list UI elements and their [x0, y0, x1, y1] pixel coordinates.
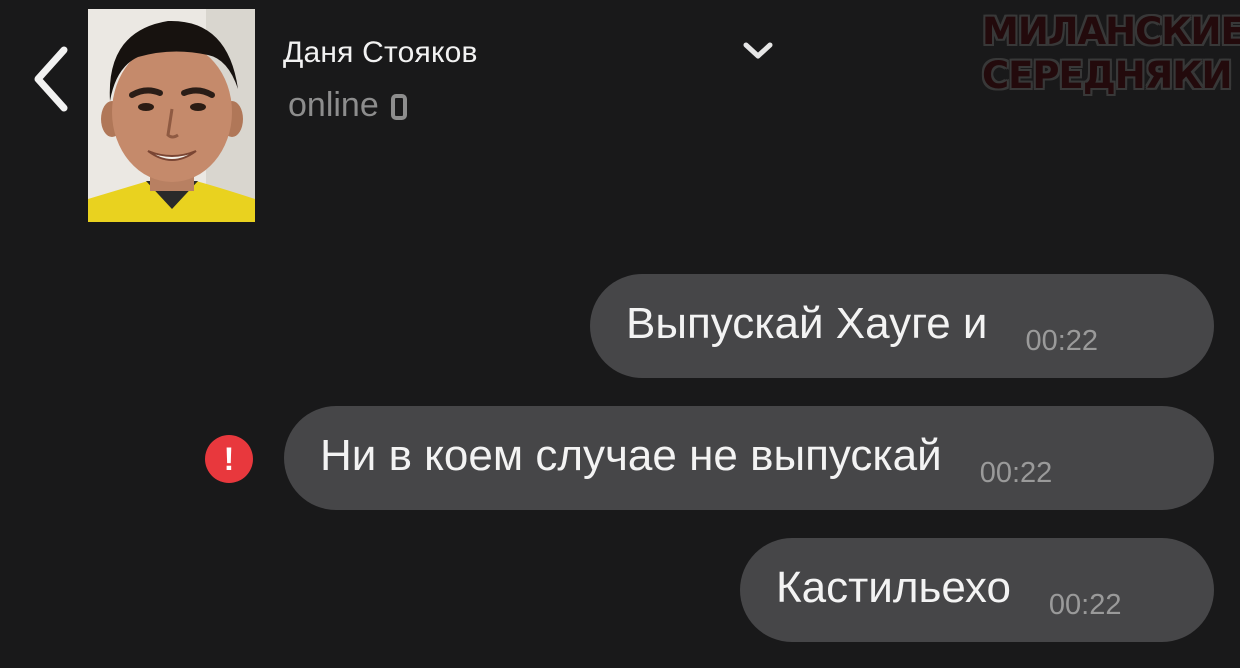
expand-menu-button[interactable]: [740, 38, 776, 64]
status-text: online: [288, 86, 379, 124]
message-bubble[interactable]: Выпускай Хауге и 00:22: [590, 274, 1214, 378]
message-text: Ни в коем случае не выпускай: [320, 431, 942, 480]
contact-photo: [88, 9, 255, 222]
message-bubble[interactable]: Ни в коем случае не выпускай 00:22: [284, 406, 1214, 510]
message-text: Выпускай Хауге и: [626, 299, 988, 348]
message-bubble[interactable]: Кастильехо 00:22: [740, 538, 1214, 642]
chat-screen: Даня Стояков online МИЛАНСКИЕ СЕРЕДНЯКИ …: [0, 0, 1240, 668]
watermark-logo: МИЛАНСКИЕ СЕРЕДНЯКИ: [982, 10, 1240, 98]
status-row: online: [288, 86, 407, 125]
send-error-icon[interactable]: !: [205, 435, 253, 483]
avatar[interactable]: [88, 9, 255, 222]
chevron-left-icon: [34, 46, 68, 112]
message-time: 00:22: [1025, 324, 1099, 357]
message-time: 00:22: [1048, 588, 1122, 621]
watermark-line-1: МИЛАНСКИЕ: [982, 10, 1240, 53]
message-text: Кастильехо: [776, 563, 1011, 612]
contact-name[interactable]: Даня Стояков: [283, 36, 478, 70]
back-button[interactable]: [30, 44, 74, 114]
phone-icon: [390, 93, 407, 120]
watermark-line-2: СЕРЕДНЯКИ: [982, 54, 1232, 97]
chevron-down-icon: [743, 42, 773, 59]
message-time: 00:22: [979, 456, 1053, 489]
